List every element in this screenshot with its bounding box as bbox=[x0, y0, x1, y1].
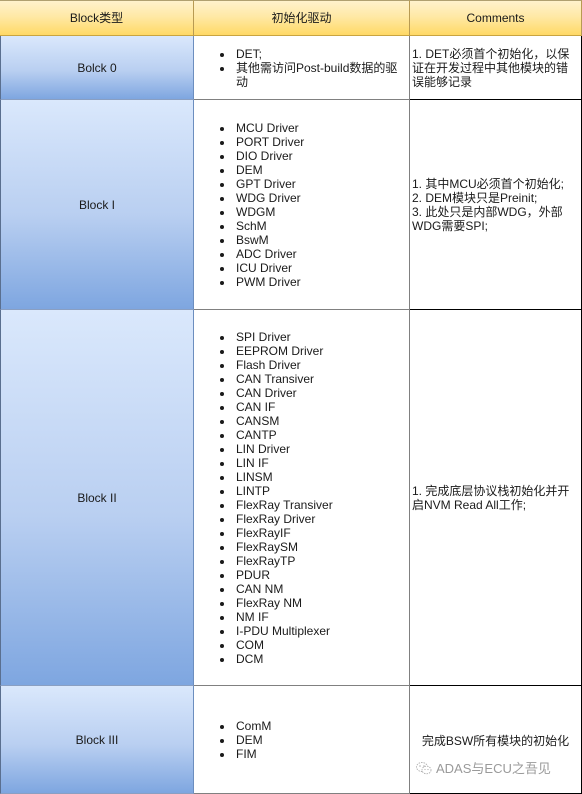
driver-list-item: LIN IF bbox=[234, 456, 333, 470]
driver-list-item: FlexRayIF bbox=[234, 526, 333, 540]
driver-list-item: COM bbox=[234, 638, 333, 652]
driver-list-item: WDG Driver bbox=[234, 191, 304, 205]
comment-line: 1. 完成底层协议栈初始化并开启NVM Read All工作; bbox=[412, 483, 570, 512]
driver-list-item: PWM Driver bbox=[234, 275, 304, 289]
block-0-label: Bolck 0 bbox=[77, 60, 117, 75]
block-3-driver-list: ComMDEMFIM bbox=[216, 719, 271, 761]
driver-list-item: FlexRay Driver bbox=[234, 512, 333, 526]
block-2-cell: Block II bbox=[0, 310, 194, 686]
comment-line: 完成BSW所有模块的初始化 bbox=[421, 734, 570, 748]
driver-list-item: DEM bbox=[234, 733, 271, 747]
block-2-comments: 1. 完成底层协议栈初始化并开启NVM Read All工作; bbox=[412, 484, 579, 512]
block-2-driver-list: SPI DriverEEPROM DriverFlash DriverCAN T… bbox=[216, 330, 333, 666]
block-1-label: Block I bbox=[78, 197, 115, 212]
block-2-comments-cell: 1. 完成底层协议栈初始化并开启NVM Read All工作; bbox=[410, 310, 582, 686]
driver-list-item: ComM bbox=[234, 719, 271, 733]
driver-list-item: FlexRay Transiver bbox=[234, 498, 333, 512]
driver-list-item: CANSM bbox=[234, 414, 333, 428]
header-comments: Comments bbox=[410, 0, 582, 36]
block-3-comments-cell: 完成BSW所有模块的初始化 bbox=[410, 686, 582, 794]
comment-line: 2. DEM模块只是Preinit; bbox=[412, 190, 538, 205]
driver-list-item: PDUR bbox=[234, 568, 333, 582]
block-1-cell: Block I bbox=[0, 100, 194, 310]
block-2-drivers-cell: SPI DriverEEPROM DriverFlash DriverCAN T… bbox=[194, 310, 410, 686]
driver-list-item: SchM bbox=[234, 219, 304, 233]
driver-list-item: I-PDU Multiplexer bbox=[234, 624, 333, 638]
comment-line: 1. 其中MCU必须首个初始化; bbox=[412, 176, 565, 191]
comment-line: 3. 此处只是内部WDG，外部WDG需要SPI; bbox=[412, 204, 563, 233]
driver-list-item: DIO Driver bbox=[234, 149, 304, 163]
driver-list-item: NM IF bbox=[234, 610, 333, 624]
driver-list-item: LIN Driver bbox=[234, 442, 333, 456]
driver-list-item: DCM bbox=[234, 652, 333, 666]
block-3-cell: Block III bbox=[0, 686, 194, 794]
driver-list-item: WDGM bbox=[234, 205, 304, 219]
driver-list-item: GPT Driver bbox=[234, 177, 304, 191]
driver-list-item: FlexRay NM bbox=[234, 596, 333, 610]
driver-list-item: SPI Driver bbox=[234, 330, 333, 344]
driver-list-item: 其他需访问Post-build数据的驱动 bbox=[234, 61, 409, 89]
driver-list-item: LINSM bbox=[234, 470, 333, 484]
block-0-drivers-cell: DET;其他需访问Post-build数据的驱动 bbox=[194, 36, 410, 100]
header-comments-label: Comments bbox=[466, 11, 525, 25]
header-block-type-label: Block类型 bbox=[69, 11, 124, 25]
driver-list-item: MCU Driver bbox=[234, 121, 304, 135]
driver-list-item: CAN IF bbox=[234, 400, 333, 414]
driver-list-item: DEM bbox=[234, 163, 304, 177]
header-block-type: Block类型 bbox=[0, 0, 194, 36]
driver-list-item: ICU Driver bbox=[234, 261, 304, 275]
driver-list-item: CAN Driver bbox=[234, 386, 333, 400]
comment-line: 1. DET必须首个初始化，以保证在开发过程中其他模块的错误能够记录 bbox=[412, 46, 570, 89]
wechat-icon bbox=[416, 761, 432, 775]
driver-list-item: FlexRaySM bbox=[234, 540, 333, 554]
block-1-comments: 1. 其中MCU必须首个初始化; 2. DEM模块只是Preinit; 3. 此处只… bbox=[412, 177, 579, 233]
block-0-comments-cell: 1. DET必须首个初始化，以保证在开发过程中其他模块的错误能够记录 bbox=[410, 36, 582, 100]
block-1-drivers-cell: MCU DriverPORT DriverDIO DriverDEMGPT Dr… bbox=[194, 100, 410, 310]
driver-list-item: BswM bbox=[234, 233, 304, 247]
block-3-comments: 完成BSW所有模块的初始化 bbox=[422, 734, 569, 748]
driver-list-item: EEPROM Driver bbox=[234, 344, 333, 358]
block-0-cell: Bolck 0 bbox=[0, 36, 194, 100]
driver-list-item: DET; bbox=[234, 47, 409, 61]
driver-list-item: ADC Driver bbox=[234, 247, 304, 261]
watermark-text: ADAS与ECU之吾见 bbox=[436, 761, 551, 776]
driver-list-item: FlexRayTP bbox=[234, 554, 333, 568]
driver-list-item: FIM bbox=[234, 747, 271, 761]
block-3-drivers-cell: ComMDEMFIM bbox=[194, 686, 410, 794]
driver-list-item: CAN Transiver bbox=[234, 372, 333, 386]
driver-list-item: CAN NM bbox=[234, 582, 333, 596]
header-init-driver: 初始化驱动 bbox=[194, 0, 410, 36]
driver-list-item: PORT Driver bbox=[234, 135, 304, 149]
driver-list-item: Flash Driver bbox=[234, 358, 333, 372]
block-init-table: Block类型 初始化驱动 Comments Bolck 0 DET;其他需访问… bbox=[0, 0, 582, 794]
block-0-driver-list: DET;其他需访问Post-build数据的驱动 bbox=[216, 47, 409, 89]
block-2-label: Block II bbox=[77, 490, 117, 505]
block-1-comments-cell: 1. 其中MCU必须首个初始化; 2. DEM模块只是Preinit; 3. 此处只… bbox=[410, 100, 582, 310]
driver-list-item: CANTP bbox=[234, 428, 333, 442]
driver-list-item: LINTP bbox=[234, 484, 333, 498]
block-3-label: Block III bbox=[75, 732, 119, 747]
watermark: ADAS与ECU之吾见 bbox=[416, 758, 551, 777]
block-1-driver-list: MCU DriverPORT DriverDIO DriverDEMGPT Dr… bbox=[216, 121, 304, 289]
block-0-comments: 1. DET必须首个初始化，以保证在开发过程中其他模块的错误能够记录 bbox=[412, 47, 579, 89]
header-init-driver-label: 初始化驱动 bbox=[271, 11, 332, 25]
